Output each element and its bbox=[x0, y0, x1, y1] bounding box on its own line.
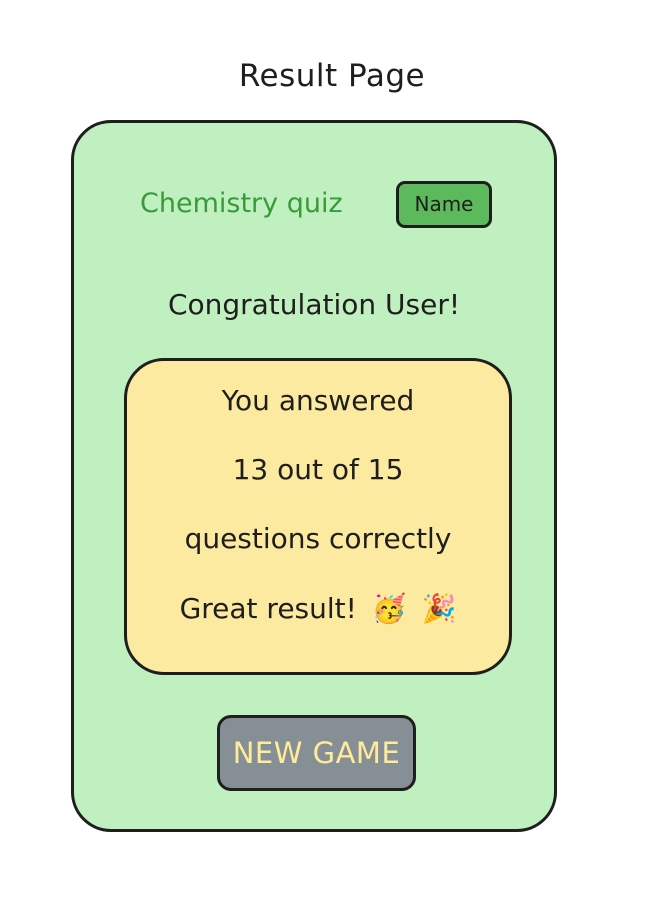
great-result-text: Great result! bbox=[179, 592, 357, 625]
new-game-button[interactable]: NEW GAME bbox=[217, 715, 416, 791]
party-popper-icon: 🎉 bbox=[421, 592, 457, 625]
partying-face-icon: 🥳 bbox=[371, 592, 407, 625]
name-button[interactable]: Name bbox=[396, 181, 492, 228]
result-line-score: 13 out of 15 bbox=[232, 453, 404, 486]
congratulation-text: Congratulation User! bbox=[167, 288, 461, 321]
page-title: Result Page bbox=[238, 58, 426, 94]
quiz-card: Chemistry quiz Name Congratulation User!… bbox=[71, 120, 557, 832]
result-line-answered: You answered bbox=[221, 384, 415, 417]
result-box: You answered 13 out of 15 questions corr… bbox=[124, 358, 512, 675]
result-line-great: Great result! 🥳 🎉 bbox=[127, 589, 509, 629]
result-line-correctly: questions correctly bbox=[184, 522, 452, 555]
quiz-title: Chemistry quiz bbox=[140, 188, 343, 219]
